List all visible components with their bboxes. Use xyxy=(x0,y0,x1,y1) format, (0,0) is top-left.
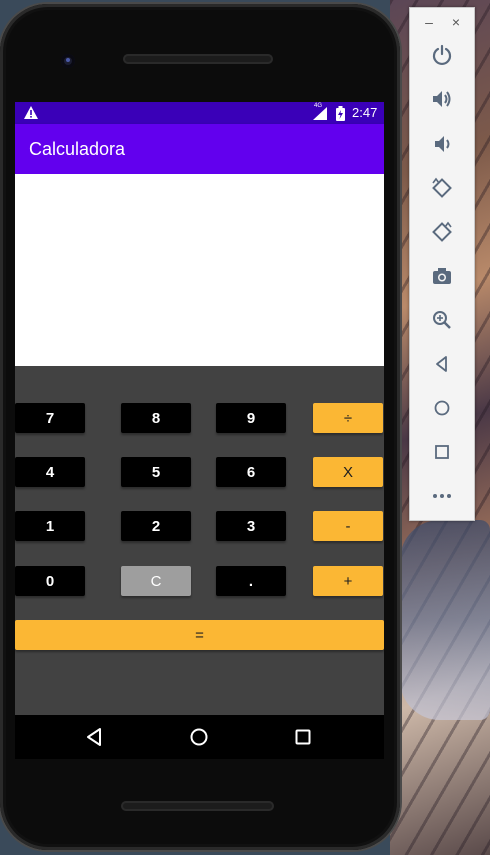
overview-icon[interactable] xyxy=(430,440,454,464)
warning-icon xyxy=(24,106,38,119)
earpiece-speaker xyxy=(123,54,273,64)
key-divide[interactable]: ÷ xyxy=(313,403,383,433)
key-clear[interactable]: C xyxy=(121,566,191,596)
status-bar: 4G 2:47 xyxy=(15,102,384,124)
key-9[interactable]: 9 xyxy=(216,403,286,433)
power-icon[interactable] xyxy=(430,43,454,67)
key-6[interactable]: 6 xyxy=(216,457,286,487)
more-icon[interactable] xyxy=(430,484,454,508)
key-1[interactable]: 1 xyxy=(15,511,85,541)
key-add[interactable]: + xyxy=(313,566,383,596)
key-multiply[interactable]: X xyxy=(313,457,383,487)
zoom-icon[interactable] xyxy=(430,308,454,332)
volume-down-icon[interactable] xyxy=(430,132,454,156)
calculator-display xyxy=(15,174,384,366)
battery-charging-icon xyxy=(336,106,345,121)
key-decimal[interactable]: . xyxy=(216,566,286,596)
key-3[interactable]: 3 xyxy=(216,511,286,541)
rotate-right-icon[interactable] xyxy=(430,220,454,244)
nav-home-icon[interactable] xyxy=(189,727,209,747)
rotate-left-icon[interactable] xyxy=(430,176,454,200)
key-5[interactable]: 5 xyxy=(121,457,191,487)
app-bar: Calculadora xyxy=(15,124,384,174)
navigation-bar xyxy=(15,715,384,759)
status-clock: 2:47 xyxy=(352,105,378,120)
app-title: Calculadora xyxy=(29,139,126,159)
key-2[interactable]: 2 xyxy=(121,511,191,541)
emulator-side-panel: – × xyxy=(409,7,475,521)
nav-back-icon[interactable] xyxy=(85,727,105,747)
key-7[interactable]: 7 xyxy=(15,403,85,433)
panel-minimize-button[interactable]: – xyxy=(421,14,437,30)
bottom-speaker xyxy=(121,801,274,811)
device-screen: 4G 2:47 Calculadora 7 8 9 ÷ 4 5 6 X 1 2 … xyxy=(15,102,384,715)
key-8[interactable]: 8 xyxy=(121,403,191,433)
volume-up-icon[interactable] xyxy=(430,87,454,111)
home-icon[interactable] xyxy=(430,396,454,420)
key-subtract[interactable]: - xyxy=(313,511,383,541)
panel-close-button[interactable]: × xyxy=(448,14,464,30)
network-type: 4G xyxy=(313,103,324,109)
camera-icon[interactable] xyxy=(430,264,454,288)
front-camera xyxy=(61,54,75,68)
key-equals[interactable]: = xyxy=(15,620,384,650)
back-icon[interactable] xyxy=(430,352,454,376)
key-4[interactable]: 4 xyxy=(15,457,85,487)
key-0[interactable]: 0 xyxy=(15,566,85,596)
calculator-keypad: 7 8 9 ÷ 4 5 6 X 1 2 3 - 0 C . + = xyxy=(15,366,384,715)
nav-overview-icon[interactable] xyxy=(293,727,313,747)
